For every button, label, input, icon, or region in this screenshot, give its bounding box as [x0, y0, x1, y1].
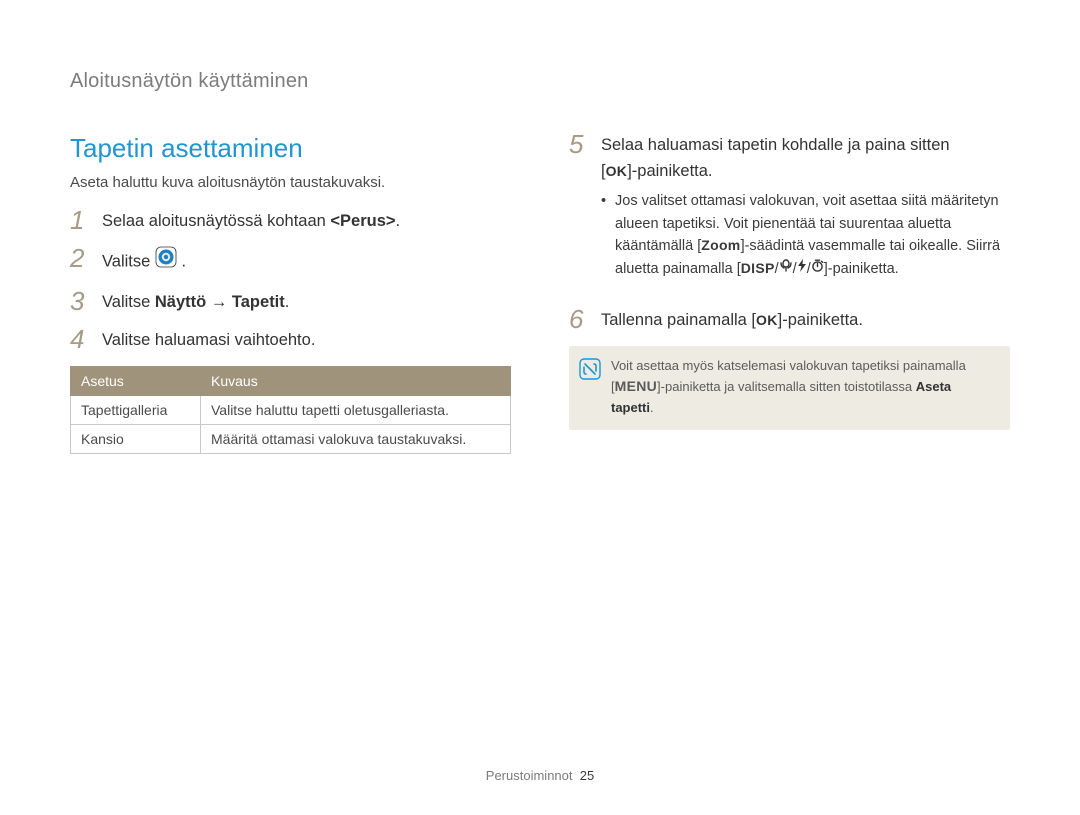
- text: .: [650, 400, 654, 415]
- inline-bold: Näyttö: [155, 293, 206, 311]
- step-number: 5: [569, 131, 589, 157]
- step-1: 1 Selaa aloitusnäytössä kohtaan <Perus>.: [70, 209, 511, 235]
- text: ]-painiketta.: [627, 162, 712, 180]
- step-number: 1: [70, 207, 90, 233]
- text: .: [285, 293, 290, 311]
- disp-button-label: DISP: [741, 260, 775, 276]
- section-heading: Tapetin asettaminen: [70, 133, 511, 164]
- page-number: 25: [580, 768, 594, 783]
- step-text: Selaa aloitusnäytössä kohtaan <Perus>.: [102, 209, 400, 235]
- step-text: Valitse .: [102, 247, 186, 278]
- table-row: Kansio Määritä ottamasi valokuva taustak…: [71, 424, 511, 453]
- manual-page: Aloitusnäytön käyttäminen Tapetin asetta…: [0, 0, 1080, 815]
- step-number: 4: [70, 326, 90, 352]
- text: Selaa haluamasi tapetin kohdalle ja pain…: [601, 136, 950, 154]
- ok-button-label: OK: [606, 163, 628, 179]
- timer-icon: [811, 257, 824, 279]
- table-cell: Tapettigalleria: [71, 395, 201, 424]
- step-3: 3 Valitse Näyttö → Tapetit.: [70, 290, 511, 316]
- text: Valitse: [102, 293, 155, 311]
- step-text: Valitse haluamasi vaihtoehto.: [102, 328, 315, 354]
- step-6: 6 Tallenna painamalla [OK]-painiketta.: [569, 308, 1010, 334]
- options-table: Asetus Kuvaus Tapettigalleria Valitse ha…: [70, 366, 511, 454]
- text: Valitse: [102, 253, 155, 271]
- inline-bold: Tapetit: [232, 293, 285, 311]
- menu-button-label: MENU: [615, 378, 657, 394]
- step-4: 4 Valitse haluamasi vaihtoehto.: [70, 328, 511, 354]
- info-note: Voit asettaa myös katselemasi valokuvan …: [569, 346, 1010, 430]
- table-header: Kuvaus: [201, 366, 511, 395]
- steps-list-left: 1 Selaa aloitusnäytössä kohtaan <Perus>.…: [70, 209, 511, 354]
- zoom-label: Zoom: [701, 237, 740, 253]
- page-footer: Perustoiminnot 25: [0, 768, 1080, 783]
- info-note-text: Voit asettaa myös katselemasi valokuvan …: [611, 356, 996, 418]
- macro-icon: [779, 257, 793, 279]
- inline-bold: <Perus>: [330, 212, 395, 230]
- text: ]-painiketta.: [824, 261, 899, 277]
- flash-icon: [797, 257, 807, 279]
- text: Tallenna painamalla [: [601, 311, 756, 329]
- info-icon: [579, 358, 601, 418]
- text: Voit asettaa myös katselemasi valokuvan …: [611, 358, 966, 373]
- wallpaper-setting-icon: [155, 246, 177, 277]
- step-number: 3: [70, 288, 90, 314]
- step-number: 6: [569, 306, 589, 332]
- section-intro: Aseta haluttu kuva aloitusnäytön taustak…: [70, 174, 511, 191]
- table-cell: Kansio: [71, 424, 201, 453]
- left-column: Tapetin asettaminen Aseta haluttu kuva a…: [70, 133, 511, 454]
- table-header: Asetus: [71, 366, 201, 395]
- ok-button-label: OK: [756, 312, 778, 328]
- step-5: 5 Selaa haluamasi tapetin kohdalle ja pa…: [569, 133, 1010, 296]
- text: ]-painiketta.: [778, 311, 863, 329]
- table-cell: Valitse haluttu tapetti oletusgalleriast…: [201, 395, 511, 424]
- breadcrumb: Aloitusnäytön käyttäminen: [70, 70, 1010, 93]
- text: .: [396, 212, 401, 230]
- step-text: Valitse Näyttö → Tapetit.: [102, 290, 289, 316]
- step-number: 2: [70, 245, 90, 271]
- step-text: Tallenna painamalla [OK]-painiketta.: [601, 308, 863, 334]
- table-header-row: Asetus Kuvaus: [71, 366, 511, 395]
- text: .: [181, 253, 186, 271]
- table-cell: Määritä ottamasi valokuva taustakuvaksi.: [201, 424, 511, 453]
- step-5-note: Jos valitset ottamasi valokuvan, voit as…: [601, 190, 1010, 280]
- steps-list-right: 5 Selaa haluamasi tapetin kohdalle ja pa…: [569, 133, 1010, 334]
- step-text: Selaa haluamasi tapetin kohdalle ja pain…: [601, 133, 1010, 296]
- arrow: →: [206, 293, 232, 311]
- step-2: 2 Valitse .: [70, 247, 511, 278]
- footer-section: Perustoiminnot: [486, 768, 573, 783]
- table-row: Tapettigalleria Valitse haluttu tapetti …: [71, 395, 511, 424]
- two-column-layout: Tapetin asettaminen Aseta haluttu kuva a…: [70, 133, 1010, 454]
- text: ]-painiketta ja valitsemalla sitten tois…: [657, 379, 916, 394]
- right-column: 5 Selaa haluamasi tapetin kohdalle ja pa…: [569, 133, 1010, 454]
- text: Selaa aloitusnäytössä kohtaan: [102, 212, 330, 230]
